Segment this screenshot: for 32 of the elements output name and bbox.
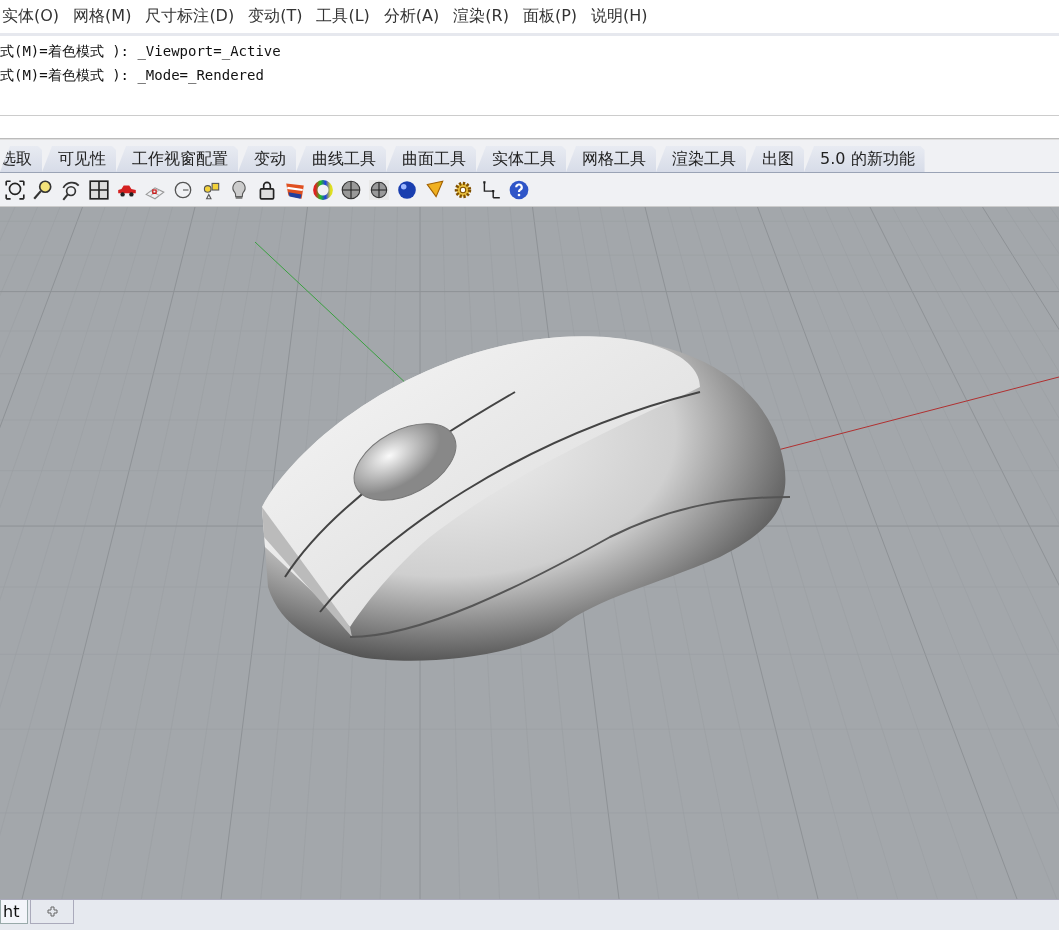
color-wheel-icon[interactable] [312, 178, 334, 201]
four-viewports-icon[interactable] [88, 178, 110, 201]
viewport-tab[interactable]: ht [0, 900, 29, 924]
menu-item[interactable]: 分析(A) [383, 6, 440, 27]
toolbar-tab[interactable]: 实体工具 [476, 146, 566, 172]
menu-item[interactable]: 工具(L) [316, 6, 370, 27]
zoom-extents-icon[interactable] [4, 178, 26, 201]
command-history-line: 式(M)=着色模式 ): _Viewport=_Active [0, 42, 282, 62]
menu-item[interactable]: 说明(H) [591, 6, 648, 27]
help-icon[interactable] [508, 178, 530, 201]
shaded-sphere-icon[interactable] [396, 178, 418, 201]
toolbar-tab[interactable]: 曲线工具 [296, 146, 386, 172]
toolbar-tab[interactable]: 网格工具 [566, 146, 656, 172]
menu-item[interactable]: 面板(P) [522, 6, 578, 27]
toolbar-tab[interactable]: 曲面工具 [386, 146, 476, 172]
zoom-icon[interactable] [32, 178, 54, 201]
toolbar-tab[interactable]: 5.0 的新功能 [804, 146, 925, 172]
toolbar-tab[interactable]: 渲染工具 [656, 146, 746, 172]
toolbar-tab[interactable]: 可见性 [42, 146, 116, 172]
toolbar-tab[interactable]: 出图 [746, 146, 804, 172]
menu-item[interactable]: 网格(M) [73, 6, 132, 27]
plus-icon [46, 906, 58, 917]
dimension-icon[interactable] [480, 178, 502, 201]
menu-item[interactable]: 变动(T) [248, 6, 303, 27]
toolbar-tab[interactable]: 变动 [238, 146, 296, 172]
menu-item[interactable]: 实体(O) [2, 6, 60, 27]
menu-item[interactable]: 尺寸标注(D) [145, 6, 235, 27]
menu-item[interactable]: 渲染(R) [453, 6, 509, 27]
sphere-icon[interactable] [340, 178, 362, 201]
toolbar-tab[interactable]: 工作视窗配置 [116, 146, 238, 172]
command-history-line: 式(M)=着色模式 ): _Mode=_Rendered [0, 66, 265, 86]
sphere-grid-icon[interactable] [368, 178, 390, 201]
